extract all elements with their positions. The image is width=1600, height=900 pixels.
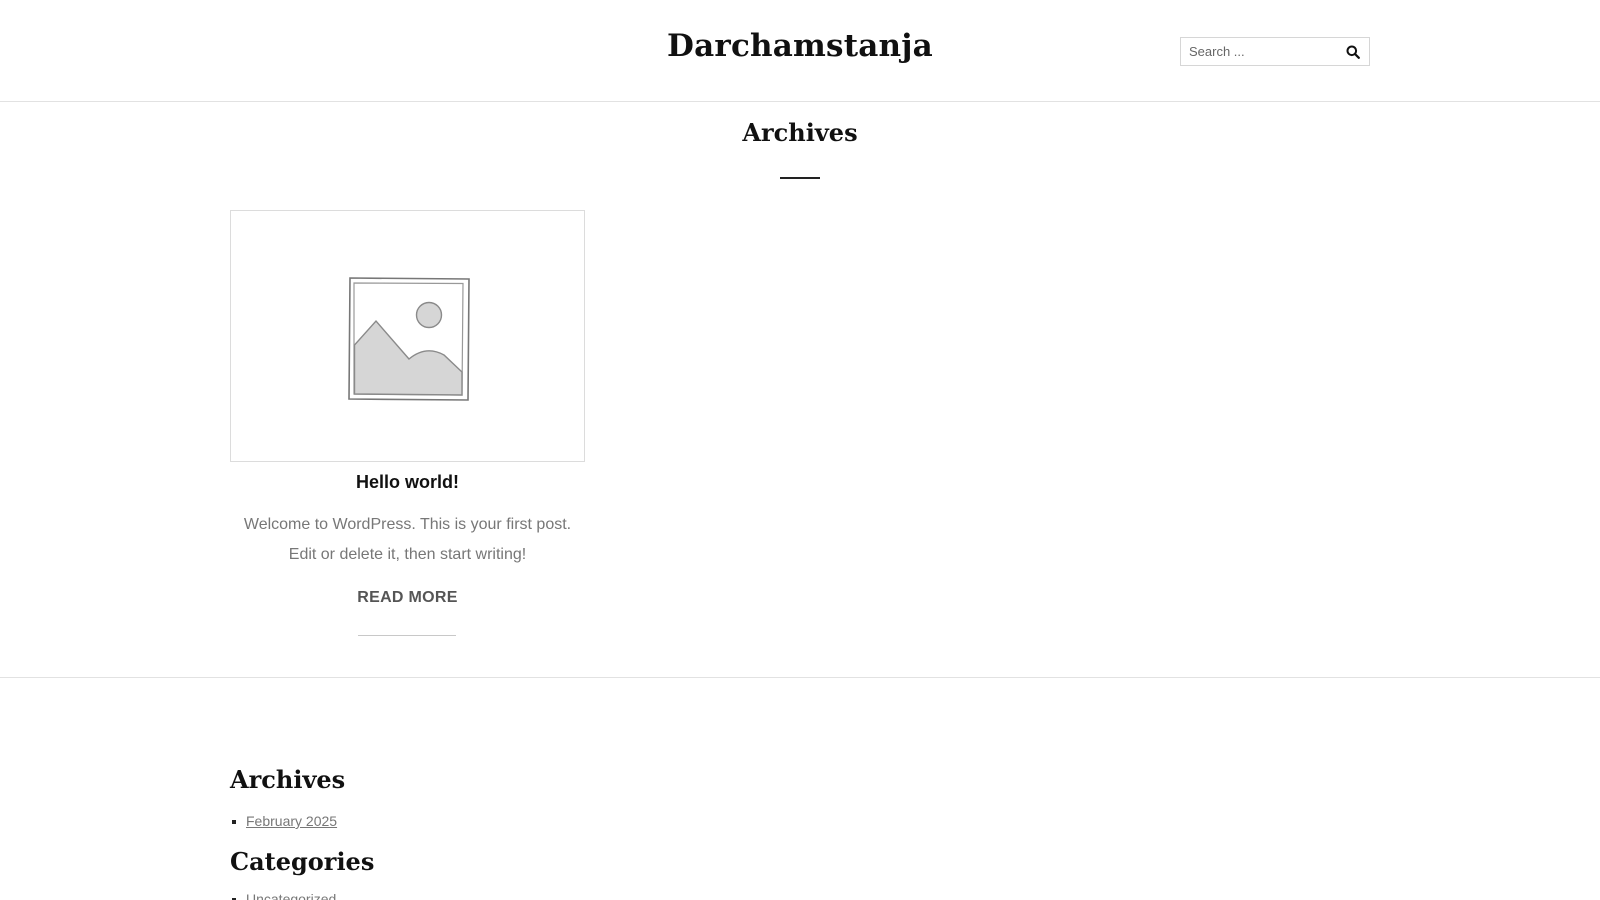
search-input[interactable] <box>1181 38 1339 65</box>
list-item: February 2025 <box>230 812 337 830</box>
image-placeholder-icon <box>348 277 470 401</box>
post-title-link[interactable]: Hello world! <box>230 472 585 493</box>
search-form <box>1180 37 1370 66</box>
page-title: Archives <box>742 118 858 147</box>
search-icon <box>1346 45 1360 59</box>
site-header: Darchamstanja <box>0 0 1600 102</box>
title-divider <box>780 177 820 179</box>
archives-widget-title: Archives <box>230 765 346 794</box>
post-thumbnail-link[interactable] <box>230 210 585 462</box>
read-more-link[interactable]: READ MORE <box>230 589 585 607</box>
archives-list: February 2025 <box>230 812 337 830</box>
search-button[interactable] <box>1337 38 1369 65</box>
categories-list: Uncategorized <box>230 890 336 900</box>
post-excerpt: Welcome to WordPress. This is your first… <box>243 516 572 563</box>
content-divider <box>0 677 1600 678</box>
list-item: Uncategorized <box>230 890 336 900</box>
read-more-underline <box>358 635 456 636</box>
category-link[interactable]: Uncategorized <box>246 891 336 900</box>
archive-link[interactable]: February 2025 <box>246 813 337 829</box>
categories-widget-title: Categories <box>230 847 375 876</box>
